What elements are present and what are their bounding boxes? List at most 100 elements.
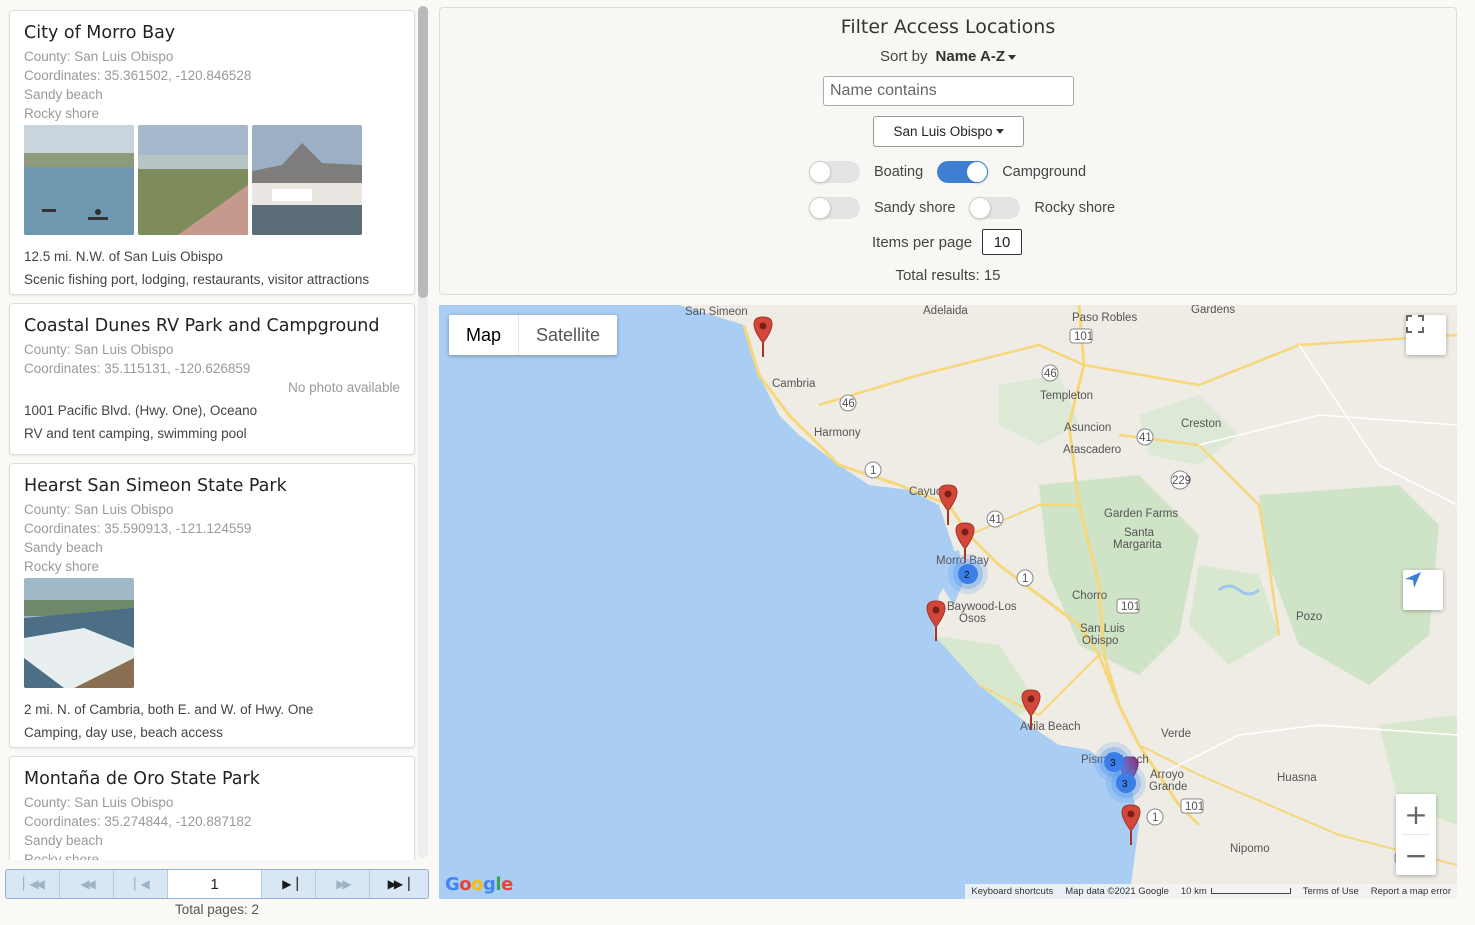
name-search-input[interactable]	[823, 76, 1074, 106]
map-type-satellite-button[interactable]: Satellite	[519, 315, 617, 355]
card-coordinates: Coordinates: 35.590913, -121.124559	[24, 521, 252, 536]
report-error-link[interactable]: Report a map error	[1371, 886, 1451, 897]
route-shield: 46	[1041, 364, 1059, 382]
zoom-out-icon[interactable]: −	[1396, 835, 1436, 875]
route-shield: 41	[1136, 428, 1154, 446]
rocky-shore-toggle[interactable]	[969, 197, 1021, 219]
toggle-knob	[966, 161, 989, 183]
keyboard-shortcuts-link[interactable]: Keyboard shortcuts	[971, 886, 1053, 897]
location-card[interactable]: Coastal Dunes RV Park and Campground Cou…	[9, 303, 415, 455]
card-feature: Sandy beach	[24, 833, 103, 848]
page-number-input[interactable]: 1	[168, 870, 262, 898]
list-scrollbar[interactable]	[418, 6, 428, 858]
boating-toggle[interactable]	[809, 161, 860, 183]
county-dropdown[interactable]: San Luis Obispo	[873, 116, 1024, 147]
items-per-page-label: Items per page	[872, 233, 973, 251]
pagination: ▏◀◀ ◀◀ ▏◀ 1 ▶▕ ▶▶ ▶▶▕	[5, 869, 429, 899]
items-per-page-input[interactable]: 10	[982, 229, 1023, 255]
map-label: Templeton	[1040, 390, 1093, 402]
map-label: Grande	[1149, 781, 1187, 793]
zoom-control: + −	[1396, 794, 1436, 875]
card-coordinates: Coordinates: 35.274844, -120.887182	[24, 814, 252, 829]
google-logo: Google	[445, 874, 513, 895]
map-view[interactable]: San Simeon Adelaida Paso Robles Gardens …	[439, 305, 1457, 899]
map-type-map-button[interactable]: Map	[449, 315, 520, 355]
first-page-icon[interactable]: ▏◀◀	[6, 870, 60, 898]
card-photos	[24, 125, 400, 235]
map-canvas[interactable]: San Simeon Adelaida Paso Robles Gardens …	[439, 305, 1457, 899]
map-label: Baywood-Los	[947, 601, 1017, 613]
map-label: Asuncion	[1064, 422, 1111, 434]
marker-cluster[interactable]: 3	[1106, 763, 1146, 803]
map-label: Huasna	[1277, 772, 1317, 784]
toggle-label: Rocky shore	[1034, 200, 1116, 216]
total-results: Total results: 15	[895, 267, 1001, 284]
map-label: Harmony	[814, 427, 861, 439]
location-card[interactable]: City of Morro Bay County: San Luis Obisp…	[9, 10, 415, 295]
map-attribution: Keyboard shortcuts Map data ©2021 Google…	[965, 884, 1457, 899]
scale-control[interactable]: 10 km	[1181, 886, 1291, 897]
zoom-in-icon[interactable]: +	[1396, 794, 1436, 834]
my-location-icon[interactable]	[1403, 570, 1443, 610]
rewind-icon[interactable]: ◀◀	[60, 870, 114, 898]
card-location: 2 mi. N. of Cambria, both E. and W. of H…	[24, 702, 314, 717]
map-label: Creston	[1181, 418, 1221, 430]
card-county: County: San Luis Obispo	[24, 342, 174, 357]
card-county: County: San Luis Obispo	[24, 795, 174, 810]
sandy-shore-toggle[interactable]	[809, 197, 860, 219]
coastal-walkway-photo[interactable]	[138, 125, 248, 235]
campground-toggle[interactable]	[937, 161, 989, 183]
card-title[interactable]: City of Morro Bay	[24, 21, 400, 45]
app-root: City of Morro Bay County: San Luis Obisp…	[0, 0, 1475, 925]
card-photos	[24, 578, 400, 688]
fullscreen-icon[interactable]	[1406, 315, 1446, 355]
last-page-icon[interactable]: ▶▶▕	[370, 870, 424, 898]
toggle-label: Campground	[1002, 164, 1087, 180]
fast-forward-icon[interactable]: ▶▶	[316, 870, 370, 898]
card-title[interactable]: Montaña de Oro State Park	[24, 767, 400, 791]
toggle-knob	[969, 197, 992, 219]
svg-text:1: 1	[1022, 573, 1028, 585]
harbor-rock-photo[interactable]	[252, 125, 362, 235]
map-label: Gardens	[1191, 305, 1235, 316]
route-shield: 101	[1180, 798, 1204, 814]
toggle-knob	[809, 161, 831, 183]
map-label: San Simeon	[685, 306, 748, 318]
sort-dropdown[interactable]: Name A-Z	[936, 48, 1016, 65]
marker-cluster[interactable]: 2	[948, 554, 988, 594]
card-coordinates: Coordinates: 35.361502, -120.846528	[24, 68, 252, 83]
scrollbar-thumb[interactable]	[418, 6, 428, 298]
filter-panel: Filter Access Locations Sort by Name A-Z …	[439, 7, 1457, 295]
location-card[interactable]: Hearst San Simeon State Park County: San…	[9, 463, 415, 748]
svg-text:101: 101	[1121, 601, 1140, 613]
caret-down-icon	[1008, 54, 1016, 60]
map-label: Osos	[959, 613, 986, 625]
terms-link[interactable]: Terms of Use	[1303, 886, 1359, 897]
results-list[interactable]: City of Morro Bay County: San Luis Obisp…	[0, 0, 432, 860]
card-feature: Rocky shore	[24, 559, 100, 574]
map-label: Santa	[1124, 527, 1155, 539]
next-page-icon[interactable]: ▶▕	[262, 870, 316, 898]
card-location: 12.5 mi. N.W. of San Luis Obispo	[24, 249, 223, 264]
caret-down-icon	[995, 129, 1004, 134]
harbor-kayakers-photo[interactable]	[24, 125, 134, 235]
map-label: Obispo	[1082, 635, 1118, 647]
svg-text:101: 101	[1185, 801, 1204, 813]
map-label: Paso Robles	[1072, 312, 1137, 324]
svg-text:41: 41	[1139, 432, 1152, 444]
map-data-text: Map data ©2021 Google	[1065, 886, 1169, 897]
card-location: 1001 Pacific Blvd. (Hwy. One), Oceano	[24, 403, 258, 418]
svg-text:3: 3	[1122, 779, 1128, 790]
svg-text:2: 2	[964, 570, 970, 581]
card-title[interactable]: Coastal Dunes RV Park and Campground	[24, 314, 400, 338]
route-shield: 46	[839, 394, 857, 412]
beach-waves-photo[interactable]	[24, 578, 134, 688]
map-type-control: Map Satellite	[449, 315, 618, 355]
previous-page-icon[interactable]: ▏◀	[114, 870, 168, 898]
svg-text:1: 1	[870, 465, 876, 477]
county-value: San Luis Obispo	[893, 124, 993, 139]
toggle-knob	[809, 197, 831, 219]
location-card[interactable]: Montaña de Oro State Park County: San Lu…	[9, 756, 415, 860]
route-shield: 1	[1146, 808, 1164, 826]
card-title[interactable]: Hearst San Simeon State Park	[24, 474, 400, 498]
